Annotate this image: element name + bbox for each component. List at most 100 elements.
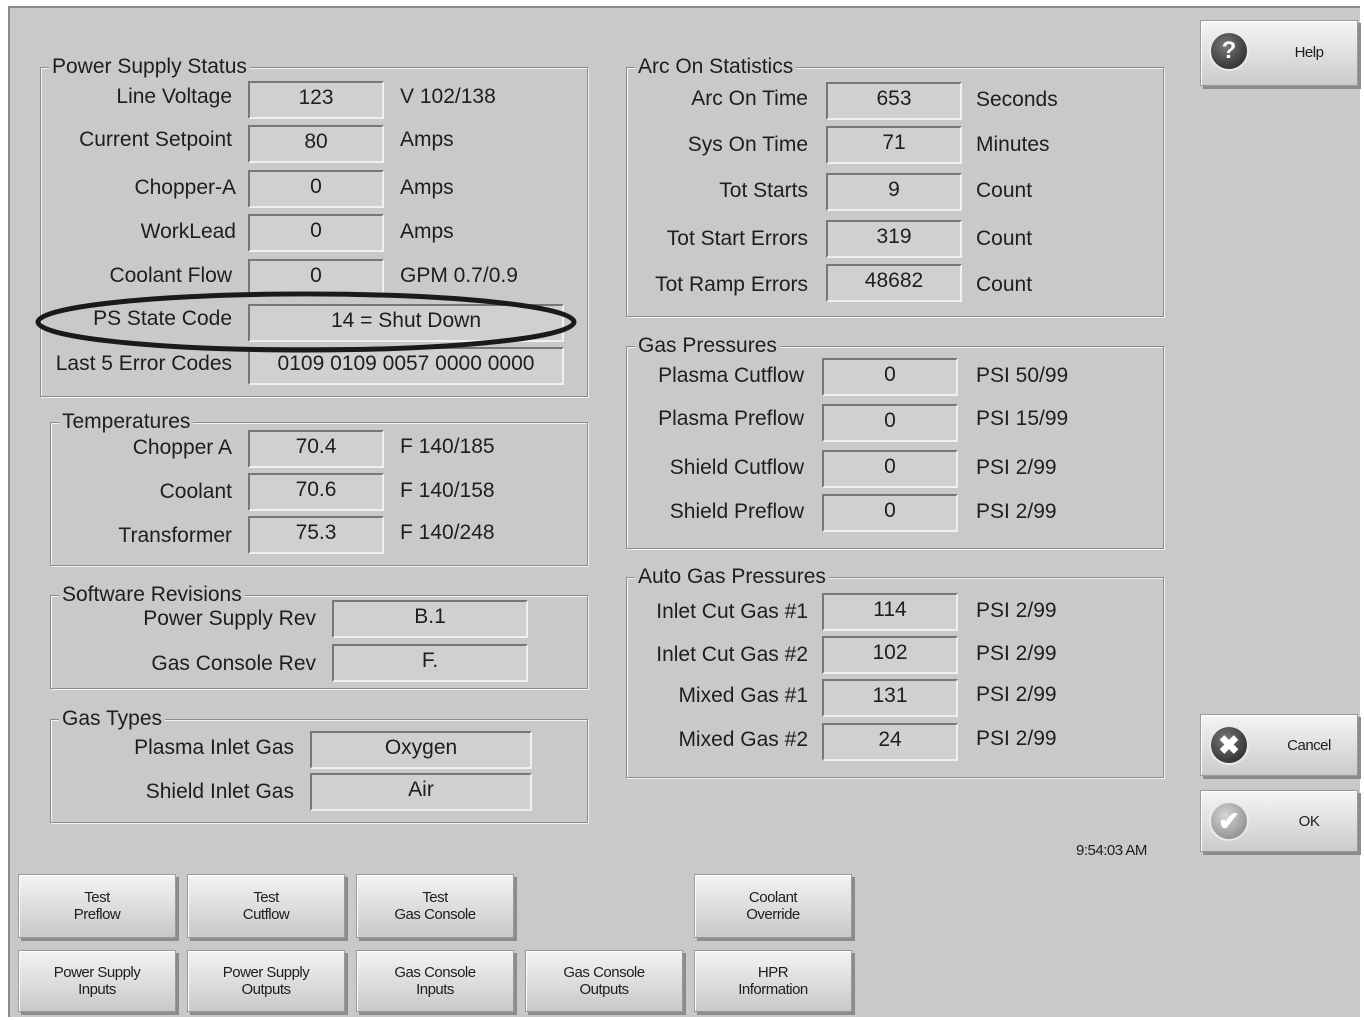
gas-console-rev-label: Gas Console Rev [151,652,316,675]
temp-chopper-a-label: Chopper A [132,436,232,459]
hpr-information-line1: HPR [757,964,789,981]
screen: Power Supply Status Line Voltage 123 V 1… [8,6,1360,1017]
inlet-cut-gas-1-unit: PSI 2/99 [976,599,1057,622]
tot-ramp-errors-field: 48682 [826,264,962,302]
tot-start-errors-label: Tot Start Errors [666,227,808,250]
current-setpoint-unit: Amps [400,128,454,151]
test-preflow-line1: Test [84,889,110,906]
temp-transformer-label: Transformer [118,524,232,547]
shield-preflow-field: 0 [822,494,958,532]
line-voltage-unit: V 102/138 [400,85,496,108]
test-preflow-button[interactable]: Test Preflow [18,874,176,938]
software-revisions-title: Software Revisions [59,583,245,607]
line-voltage-label: Line Voltage [116,85,232,108]
inlet-cut-gas-1-field: 114 [822,593,958,631]
chopper-a-field: 0 [248,170,384,208]
power-supply-inputs-button[interactable]: Power Supply Inputs [18,950,176,1012]
coolant-override-button[interactable]: Coolant Override [694,874,852,938]
power-supply-outputs-button[interactable]: Power Supply Outputs [187,950,345,1012]
shield-preflow-unit: PSI 2/99 [976,500,1057,523]
last-error-codes-label: Last 5 Error Codes [55,352,232,375]
shield-inlet-gas-field: Air [310,773,532,811]
gas-console-outputs-button[interactable]: Gas Console Outputs [525,950,683,1012]
hpr-information-button[interactable]: HPR Information [694,950,852,1012]
shield-cutflow-label: Shield Cutflow [669,456,804,479]
current-setpoint-field: 80 [248,125,384,163]
plasma-inlet-gas-field: Oxygen [310,731,532,769]
shield-cutflow-unit: PSI 2/99 [976,456,1057,479]
shield-inlet-gas-label: Shield Inlet Gas [145,780,294,803]
tot-start-errors-field: 319 [826,220,962,258]
temp-chopper-a-unit: F 140/185 [400,435,495,458]
worklead-unit: Amps [400,220,454,243]
chopper-a-unit: Amps [400,176,454,199]
test-cutflow-button[interactable]: Test Cutflow [187,874,345,938]
coolant-override-line1: Coolant [748,889,798,906]
cancel-button[interactable]: ✖ Cancel [1200,714,1358,776]
temp-coolant-label: Coolant [159,480,232,503]
sys-on-time-unit: Minutes [976,133,1050,156]
gas-types-title: Gas Types [59,707,165,731]
current-setpoint-label: Current Setpoint [79,128,232,151]
tot-ramp-errors-label: Tot Ramp Errors [655,273,808,296]
mixed-gas-1-field: 131 [822,679,958,717]
arc-on-time-label: Arc On Time [691,87,808,110]
arc-on-time-unit: Seconds [976,88,1058,111]
cancel-button-label: Cancel [1287,737,1331,754]
power-supply-outputs-line1: Power Supply [222,964,310,981]
inlet-cut-gas-1-label: Inlet Cut Gas #1 [656,600,808,623]
coolant-flow-field: 0 [248,259,384,297]
plasma-preflow-field: 0 [822,404,958,442]
arc-on-time-field: 653 [826,82,962,120]
plasma-preflow-unit: PSI 15/99 [976,407,1069,430]
power-supply-inputs-line2: Inputs [78,981,116,998]
hpr-information-line2: Information [738,981,808,998]
gas-console-inputs-button[interactable]: Gas Console Inputs [356,950,514,1012]
ps-state-code-field: 14 = Shut Down [248,304,564,342]
last-error-codes-field: 0109 0109 0057 0000 0000 [248,347,564,385]
ok-check-icon: ✔ [1209,801,1249,841]
help-button-label: Help [1294,44,1324,61]
coolant-flow-label: Coolant Flow [109,264,232,287]
worklead-field: 0 [248,214,384,252]
gas-console-inputs-line2: Inputs [416,981,454,998]
temp-chopper-a-field: 70.4 [248,430,384,468]
gas-console-outputs-line1: Gas Console [563,964,645,981]
plasma-cutflow-field: 0 [822,358,958,396]
sys-on-time-label: Sys On Time [687,133,808,156]
inlet-cut-gas-2-label: Inlet Cut Gas #2 [656,643,808,666]
tot-start-errors-unit: Count [976,227,1033,250]
clock-display: 9:54:03 AM [1076,842,1147,859]
shield-preflow-label: Shield Preflow [669,500,804,523]
temp-coolant-field: 70.6 [248,473,384,511]
cancel-icon: ✖ [1209,725,1249,765]
gas-console-inputs-line1: Gas Console [394,964,476,981]
plasma-cutflow-unit: PSI 50/99 [976,364,1069,387]
gas-console-outputs-line2: Outputs [579,981,629,998]
mixed-gas-2-field: 24 [822,723,958,761]
chopper-a-label: Chopper-A [134,176,236,199]
sys-on-time-field: 71 [826,126,962,164]
temp-transformer-unit: F 140/248 [400,521,495,544]
auto-gas-pressures-title: Auto Gas Pressures [635,565,829,589]
line-voltage-field: 123 [248,81,384,119]
temp-coolant-unit: F 140/158 [400,479,495,502]
test-preflow-line2: Preflow [73,906,121,923]
arc-on-statistics-title: Arc On Statistics [635,55,797,79]
mixed-gas-1-label: Mixed Gas #1 [678,684,808,707]
plasma-inlet-gas-label: Plasma Inlet Gas [134,736,294,759]
inlet-cut-gas-2-unit: PSI 2/99 [976,642,1057,665]
temp-transformer-field: 75.3 [248,516,384,554]
test-gas-console-button[interactable]: Test Gas Console [356,874,514,938]
plasma-preflow-label: Plasma Preflow [658,407,804,430]
mixed-gas-2-unit: PSI 2/99 [976,727,1057,750]
help-button[interactable]: ? Help [1200,20,1358,86]
mixed-gas-2-label: Mixed Gas #2 [678,728,808,751]
inlet-cut-gas-2-field: 102 [822,636,958,674]
ok-button[interactable]: ✔ OK [1200,790,1358,852]
shield-cutflow-field: 0 [822,450,958,488]
power-supply-status-title: Power Supply Status [49,55,250,79]
gas-pressures-title: Gas Pressures [635,334,780,358]
ps-state-code-label: PS State Code [93,307,232,330]
test-cutflow-line1: Test [253,889,279,906]
